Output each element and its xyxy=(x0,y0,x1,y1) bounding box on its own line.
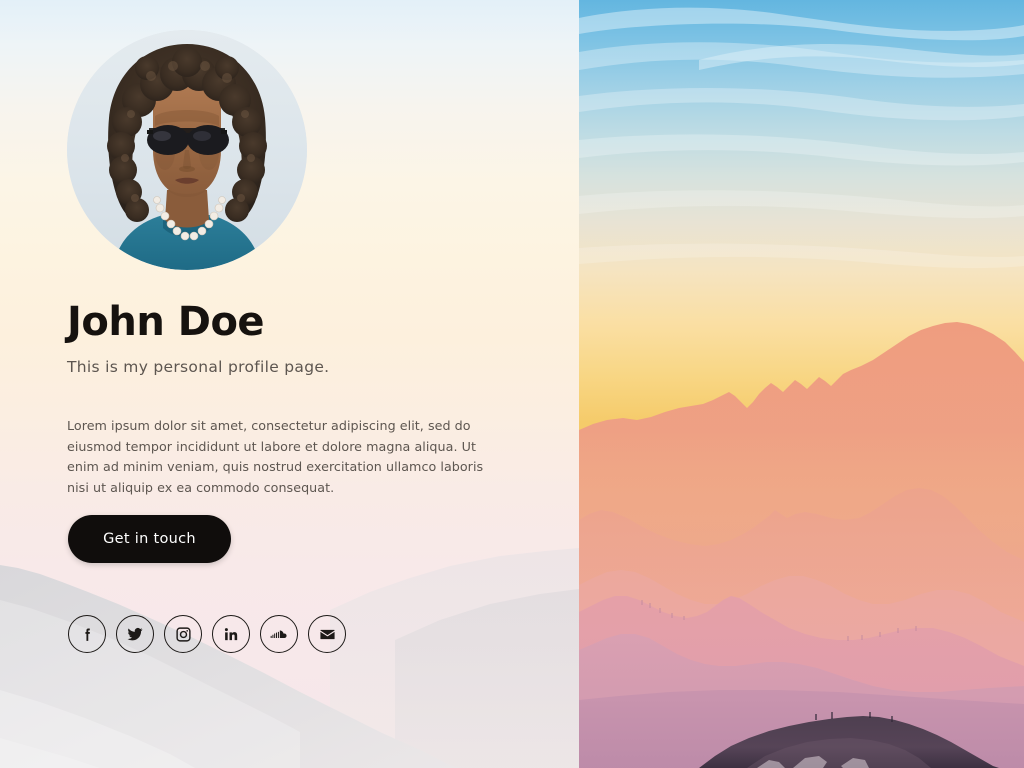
right-panel xyxy=(579,0,1024,768)
envelope-icon xyxy=(319,626,336,643)
social-link-soundcloud[interactable] xyxy=(260,615,298,653)
page-title: John Doe xyxy=(67,299,265,345)
social-link-twitter[interactable] xyxy=(116,615,154,653)
soundcloud-icon xyxy=(269,624,289,644)
social-links xyxy=(68,615,346,653)
sunset-mountain-photo xyxy=(579,7,1024,768)
instagram-icon xyxy=(175,626,192,643)
bio-paragraph: Lorem ipsum dolor sit amet, consectetur … xyxy=(67,418,484,495)
linkedin-icon xyxy=(223,626,240,643)
social-link-linkedin[interactable] xyxy=(212,615,250,653)
page-subtitle: This is my personal profile page. xyxy=(67,358,330,376)
get-in-touch-button[interactable]: Get in touch xyxy=(68,515,231,563)
facebook-icon xyxy=(79,626,96,643)
social-link-email[interactable] xyxy=(308,615,346,653)
profile-page: John Doe This is my personal profile pag… xyxy=(0,0,1024,768)
avatar xyxy=(67,30,307,270)
profile-photo xyxy=(67,30,307,270)
social-link-instagram[interactable] xyxy=(164,615,202,653)
twitter-icon xyxy=(126,625,144,643)
social-link-facebook[interactable] xyxy=(68,615,106,653)
profile-content: John Doe This is my personal profile pag… xyxy=(0,0,579,768)
